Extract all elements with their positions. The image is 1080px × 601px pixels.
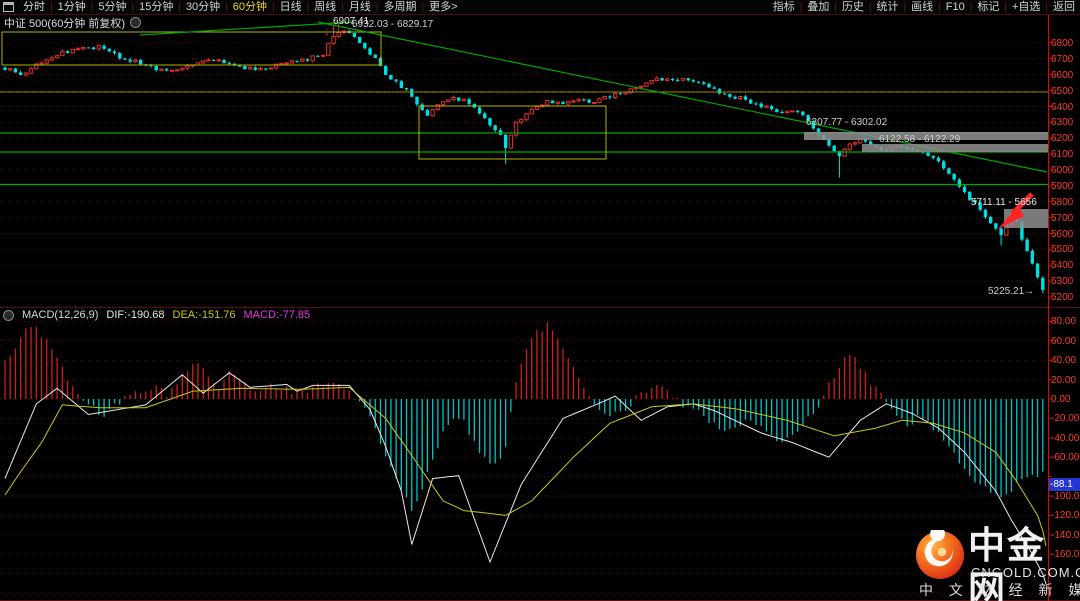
menu-item-30分钟[interactable]: 30分钟 <box>181 1 225 14</box>
price-axis-label: 5200 <box>1051 292 1080 303</box>
price-axis-label: 6000 <box>1051 165 1080 176</box>
macd-axis-label: -60.00 <box>1051 452 1080 463</box>
macd-axis-label: 20.00 <box>1051 375 1080 386</box>
trading-app-window: 分时|1分钟|5分钟|15分钟|30分钟|60分钟|日线|周线|月线|多周期|更… <box>0 0 1080 601</box>
symbol-title: 中证 500(60分钟 前复权) <box>4 15 125 31</box>
macd-axis-label: -100.0 <box>1051 491 1080 502</box>
menu-item-统计[interactable]: 统计 <box>872 1 904 14</box>
menu-item-指标[interactable]: 指标 <box>768 1 800 14</box>
price-axis-label: 5800 <box>1051 197 1080 208</box>
menu-item-5分钟[interactable]: 5分钟 <box>93 1 131 14</box>
macd-axis-label: 40.00 <box>1051 355 1080 366</box>
watermark-domain: CNGOLD.COM.CN <box>971 565 1080 580</box>
price-axis-label: 6400 <box>1051 102 1080 113</box>
macd-dea-value: DEA:-151.76 <box>173 309 236 321</box>
macd-param-label[interactable]: MACD(12,26,9) <box>22 309 98 321</box>
macd-current-value-badge: -88.1 <box>1049 478 1080 491</box>
cngold-logo-icon <box>915 530 965 580</box>
macd-indicator-row: MACD(12,26,9) DIF:-190.68 DEA:-151.76 MA… <box>3 309 310 321</box>
menu-item-返回[interactable]: 返回 <box>1048 1 1080 14</box>
last-price-label: 5225.21→ <box>988 286 1034 297</box>
chart-titlebar: 中证 500(60分钟 前复权) <box>4 16 141 29</box>
macd-axis-label: -40.00 <box>1051 433 1080 444</box>
watermark-slogan: 中 文 财 经 新 媒 体 <box>919 580 1080 600</box>
price-axis-label: 6100 <box>1051 149 1080 160</box>
price-axis-label: 5500 <box>1051 244 1080 255</box>
menu-item-更多>[interactable]: 更多> <box>424 1 462 14</box>
gap-label-mid2: 6122.58 - 6122.29 <box>879 134 960 145</box>
macd-axis-label: 60.00 <box>1051 336 1080 347</box>
menu-item-画线[interactable]: 画线 <box>906 1 938 14</box>
price-axis-label: 5700 <box>1051 213 1080 224</box>
menu-item-60分钟[interactable]: 60分钟 <box>228 1 272 14</box>
indicator-settings-icon[interactable] <box>130 17 141 28</box>
price-axis-label: 5300 <box>1051 276 1080 287</box>
cngold-watermark: 中金网 CNGOLD.COM.CN 中 文 财 经 新 媒 体 <box>905 524 1080 599</box>
price-axis-label: 6500 <box>1051 86 1080 97</box>
price-axis-label: 6600 <box>1051 70 1080 81</box>
macd-settings-icon[interactable] <box>3 310 14 321</box>
top-menubar: 分时|1分钟|5分钟|15分钟|30分钟|60分钟|日线|周线|月线|多周期|更… <box>0 0 1080 15</box>
menu-item-日线[interactable]: 日线 <box>275 1 307 14</box>
tools-menu: 指标|叠加|历史|统计|画线|F10|标记|+自选|返回 <box>768 1 1080 14</box>
gap-label-mid1: 6307.77 - 6302.02 <box>806 117 887 128</box>
macd-axis-label: -120.0 <box>1051 510 1080 521</box>
macd-axis-label: 0.00 <box>1051 394 1080 405</box>
menu-item-+自选[interactable]: +自选 <box>1007 1 1045 14</box>
macd-hist-value: MACD:-77.85 <box>244 309 311 321</box>
menu-item-月线[interactable]: 月线 <box>344 1 376 14</box>
menu-item-F10[interactable]: F10 <box>941 1 970 14</box>
price-axis-label: 6700 <box>1051 54 1080 65</box>
chart-canvas[interactable] <box>0 0 1080 601</box>
price-axis-label: 6200 <box>1051 133 1080 144</box>
menu-item-标记[interactable]: 标记 <box>972 1 1004 14</box>
menu-item-分时[interactable]: 分时 <box>18 1 50 14</box>
macd-axis-label: 80.00 <box>1051 316 1080 327</box>
macd-axis-label: -20.00 <box>1051 413 1080 424</box>
menu-item-多周期[interactable]: 多周期 <box>378 1 421 14</box>
price-axis-label: 5600 <box>1051 229 1080 240</box>
macd-dif-value: DIF:-190.68 <box>106 309 164 321</box>
price-axis-label: 6300 <box>1051 117 1080 128</box>
gap-label-low: 5711.11 - 5656 <box>971 197 1037 208</box>
price-axis-label: 5900 <box>1051 181 1080 192</box>
menu-item-1分钟[interactable]: 1分钟 <box>53 1 91 14</box>
price-axis-label: 6800 <box>1051 38 1080 49</box>
menu-item-叠加[interactable]: 叠加 <box>802 1 834 14</box>
window-icon[interactable] <box>3 2 14 12</box>
menu-item-15分钟[interactable]: 15分钟 <box>134 1 178 14</box>
down-arrow-marker: ↓ <box>324 26 330 38</box>
menu-item-周线[interactable]: 周线 <box>309 1 341 14</box>
timeframe-menu: 分时|1分钟|5分钟|15分钟|30分钟|60分钟|日线|周线|月线|多周期|更… <box>18 1 463 14</box>
gap-label-top: 6932.03 - 6829.17 <box>352 19 433 30</box>
price-axis-label: 5400 <box>1051 260 1080 271</box>
menu-item-历史[interactable]: 历史 <box>837 1 869 14</box>
